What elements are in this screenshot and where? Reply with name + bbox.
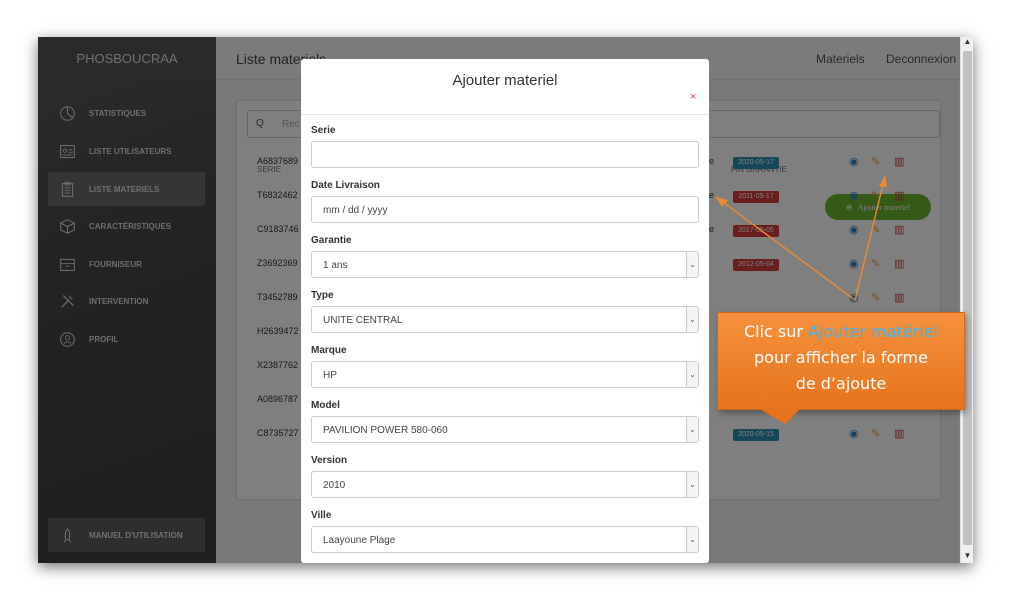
select-model[interactable]: PAVILION POWER 580-060 ⌄ — [311, 416, 699, 443]
field-value: mm / dd / yyyy — [323, 205, 388, 216]
add-materiel-modal: Ajouter materiel × Serie Date Livraison mm… — [301, 59, 709, 563]
field-value: 1 ans — [323, 260, 348, 271]
select-ville[interactable]: Laayoune Plage ⌄ — [311, 526, 699, 553]
scroll-thumb[interactable] — [963, 51, 972, 545]
field-label-date-livraison: Date Livraison — [311, 180, 380, 191]
field-value: UNITE CENTRAL — [323, 315, 403, 326]
select-version[interactable]: 2010 ⌄ — [311, 471, 699, 498]
field-label-type: Type — [311, 290, 334, 301]
callout-prefix: Clic sur — [743, 322, 809, 341]
select-type[interactable]: UNITE CENTRAL ⌄ — [311, 306, 699, 333]
input-date-livraison[interactable]: mm / dd / yyyy — [311, 196, 699, 223]
modal-header: Ajouter materiel × — [301, 59, 709, 115]
select-garantie[interactable]: 1 ans ⌄ — [311, 251, 699, 278]
field-label-model: Model — [311, 400, 340, 411]
field-value: HP — [323, 370, 337, 381]
chevron-down-icon[interactable]: ⌄ — [686, 252, 698, 277]
callout-line-2: pour afficher la forme — [754, 348, 928, 367]
callout-line-3: de d’ajoute — [795, 374, 887, 393]
input-serie[interactable] — [311, 141, 699, 168]
field-label-serie: Serie — [311, 125, 336, 136]
callout-highlight: Ajouter matériel — [808, 322, 938, 341]
scroll-down-icon[interactable]: ▼ — [961, 551, 973, 563]
field-label-marque: Marque — [311, 345, 347, 356]
field-label-ville: Ville — [311, 510, 332, 521]
field-value: PAVILION POWER 580-060 — [323, 425, 448, 436]
scrollbar[interactable]: ▲ ▼ — [960, 37, 973, 563]
chevron-down-icon[interactable]: ⌄ — [686, 417, 698, 442]
chevron-down-icon[interactable]: ⌄ — [686, 362, 698, 387]
select-marque[interactable]: HP ⌄ — [311, 361, 699, 388]
field-label-version: Version — [311, 455, 348, 466]
chevron-down-icon[interactable]: ⌄ — [686, 307, 698, 332]
tutorial-callout: Clic sur Ajouter matériel pour afficher … — [717, 312, 965, 410]
chevron-down-icon[interactable]: ⌄ — [686, 527, 698, 552]
field-value: 2010 — [323, 480, 346, 491]
browser-window: PHOSBOUCRAA STATISTIQUES LISTE UTILISATE… — [38, 37, 973, 563]
modal-title: Ajouter materiel — [452, 72, 558, 89]
field-label-garantie: Garantie — [311, 235, 352, 246]
chevron-down-icon[interactable]: ⌄ — [686, 472, 698, 497]
scroll-up-icon[interactable]: ▲ — [961, 37, 973, 49]
callout-line-1: Clic sur Ajouter matériel — [718, 319, 964, 345]
field-value: Laayoune Plage — [323, 535, 396, 546]
close-icon[interactable]: × — [690, 91, 696, 103]
